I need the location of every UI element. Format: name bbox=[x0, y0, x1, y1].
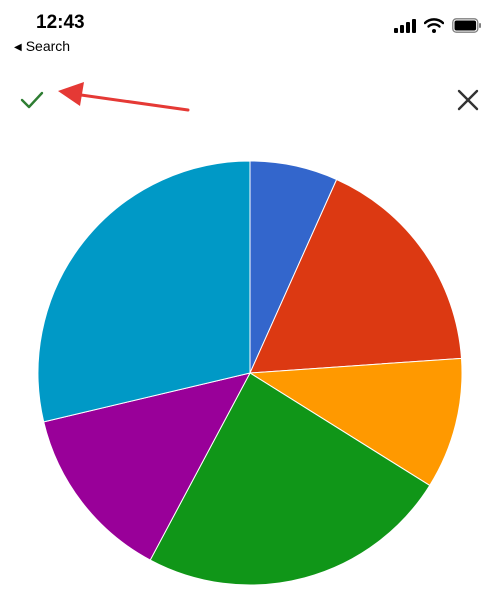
wifi-icon bbox=[424, 18, 444, 33]
close-button[interactable] bbox=[450, 84, 486, 116]
toolbar bbox=[0, 70, 500, 130]
pie-chart bbox=[37, 160, 463, 586]
signal-icon bbox=[394, 18, 416, 33]
back-triangle-icon: ◀ bbox=[14, 42, 22, 53]
status-icons bbox=[394, 18, 482, 33]
confirm-button[interactable] bbox=[12, 84, 52, 116]
battery-icon bbox=[452, 18, 481, 33]
close-icon bbox=[457, 89, 479, 111]
status-bar: 12:43 ◀ Search bbox=[0, 0, 500, 62]
status-time: 12:43 bbox=[36, 12, 85, 33]
back-to-app-link[interactable]: ◀ Search bbox=[14, 38, 70, 54]
checkmark-icon bbox=[20, 91, 44, 109]
back-to-app-label: Search bbox=[25, 38, 71, 54]
